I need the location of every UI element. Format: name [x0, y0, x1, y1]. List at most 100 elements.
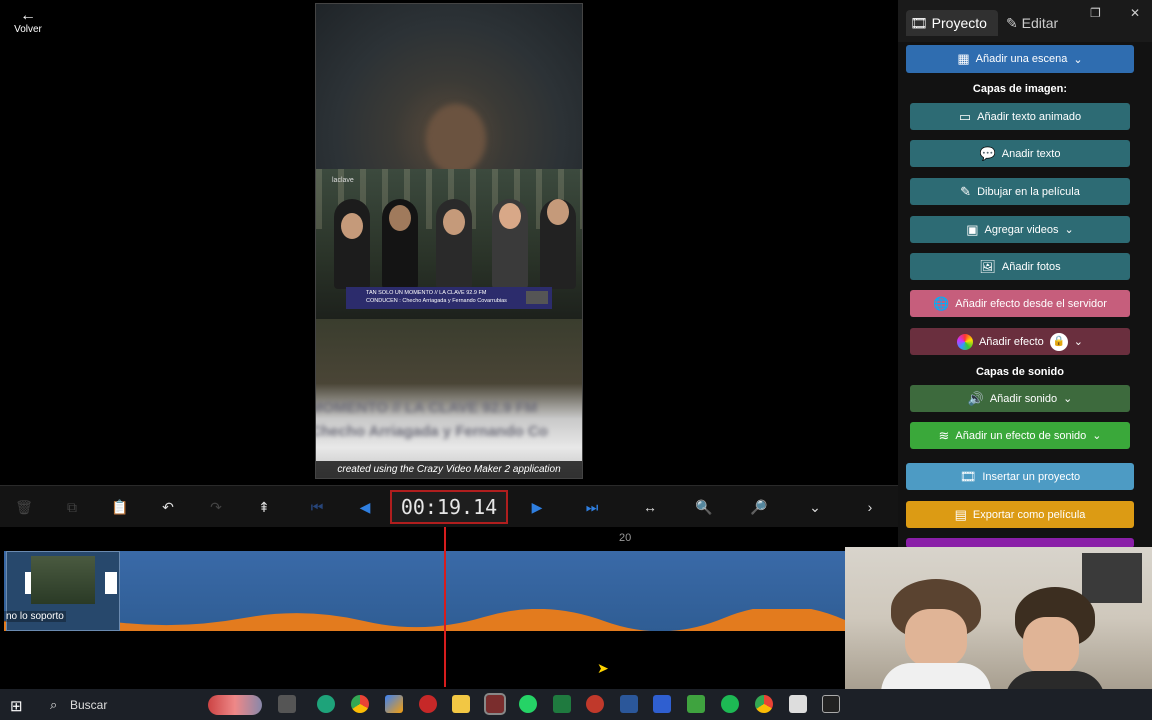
chevron-down-icon: ⌄ [1064, 224, 1074, 236]
fit-width-icon[interactable]: ↔ [640, 497, 660, 517]
preview-main-frame: laclave TAN SOLO UN MOMENTO // LA CLAVE … [316, 169, 582, 319]
undo-icon[interactable]: ↶ [158, 497, 178, 517]
lock-icon: 🔒 [1049, 332, 1068, 351]
zoom-in-icon[interactable]: 🔎 [749, 497, 769, 517]
add-text-button[interactable]: 💬 Anadir texto [910, 140, 1130, 167]
skip-forward-icon[interactable]: ⏭ [582, 497, 602, 517]
whatsapp-icon[interactable] [519, 695, 537, 713]
waveform-icon: ≋ [938, 427, 950, 443]
chrome-icon[interactable] [351, 695, 369, 713]
chevron-down-icon: ⌄ [1092, 430, 1102, 442]
add-sound-button[interactable]: 🔊 Añadir sonido ⌄ [910, 385, 1130, 412]
chevron-down-icon: ⌄ [1073, 53, 1083, 66]
add-animated-text-button[interactable]: ▭ Añadir texto animado [910, 103, 1130, 130]
playhead[interactable] [444, 527, 446, 687]
back-label: Volver [14, 24, 42, 35]
windows-start-icon[interactable]: ⊞ [10, 697, 23, 715]
add-scene-button[interactable]: ▦ Añadir una escena ⌄ [906, 45, 1134, 73]
clip-thumbnail [31, 556, 95, 604]
capcut-icon[interactable] [822, 695, 840, 713]
chevron-down-icon[interactable]: ⌄ [805, 497, 825, 517]
app-icon-red[interactable] [586, 695, 604, 713]
redo-icon[interactable]: ↷ [206, 497, 226, 517]
copilot-icon[interactable] [385, 695, 403, 713]
taskbar-search[interactable]: ⌕ Buscar [40, 693, 266, 717]
speaker-icon: 🔊 [967, 390, 984, 406]
add-server-effect-button[interactable]: 🌐 Añadir efecto desde el servidor [910, 290, 1130, 317]
insert-project-button[interactable]: 🎞 Insertar un proyecto [906, 463, 1134, 490]
panel-tabs: 🎞 Proyecto ✎ Editar ❐ ✕ [898, 0, 1152, 42]
word-icon[interactable] [620, 695, 638, 713]
chrome-profile-icon[interactable] [755, 695, 773, 713]
ruler-mark: 20 [619, 532, 632, 544]
skip-to-start-icon[interactable]: ⏮ [307, 497, 327, 517]
close-icon[interactable]: ✕ [1130, 6, 1140, 20]
back-arrow-icon: ← [20, 7, 36, 24]
preview-blur-bottom: MOMENTO // LA CLAVE 92.9 FM Checho Arria… [316, 319, 582, 478]
excel-icon[interactable] [553, 695, 571, 713]
chevron-down-icon: ⌄ [1073, 336, 1084, 348]
color-wheel-icon [956, 333, 973, 350]
preview-blur-top [316, 4, 582, 174]
add-photos-button[interactable]: 🖼 Añadir fotos [910, 253, 1130, 280]
clip-label: no lo soporto [4, 611, 66, 622]
lower-third-banner: TAN SOLO UN MOMENTO // LA CLAVE 92.9 FM … [346, 287, 552, 309]
delete-icon[interactable]: 🗑 [14, 497, 34, 517]
globe-icon: 🌐 [933, 295, 950, 311]
watermark-text: created using the Crazy Video Maker 2 ap… [316, 461, 582, 478]
tab-editar[interactable]: ✎ Editar [1002, 10, 1082, 36]
webcam-overlay [845, 547, 1152, 689]
audio-waveform [4, 609, 845, 631]
scene-icon: ▦ [957, 51, 970, 66]
person-left [881, 579, 991, 689]
pen-icon: ✎ [960, 183, 972, 199]
restore-icon[interactable]: ❐ [1090, 6, 1101, 20]
folder-icon[interactable] [452, 695, 470, 713]
timeline-empty-area[interactable] [0, 631, 845, 687]
speech-bubble-icon: 💬 [979, 145, 996, 161]
task-view-icon[interactable] [278, 695, 296, 713]
tab-proyecto[interactable]: 🎞 Proyecto [906, 10, 998, 36]
add-videos-button[interactable]: ▣ Agregar videos ⌄ [910, 216, 1130, 243]
draw-button[interactable]: ✎ Dibujar en la película [910, 178, 1130, 205]
animated-text-icon: ▭ [958, 108, 972, 124]
image-icon: 🖼 [979, 258, 996, 274]
image-layers-title: Capas de imagen: [972, 83, 1068, 95]
taskbar: ⊞ ⌕ Buscar [0, 689, 1152, 720]
video-preview[interactable]: laclave TAN SOLO UN MOMENTO // LA CLAVE … [315, 3, 583, 479]
paste-icon[interactable]: 📋 [110, 497, 130, 517]
timeline-ruler[interactable]: 20 [0, 527, 845, 551]
play-icon[interactable]: ▶ [527, 497, 547, 517]
chevron-down-icon: ⌄ [1063, 393, 1073, 405]
back-button[interactable]: ← Volver [8, 7, 48, 36]
edge-icon[interactable] [317, 695, 335, 713]
add-sound-effect-button[interactable]: ≋ Añadir un efecto de sonido ⌄ [910, 422, 1130, 449]
spotify-icon[interactable] [721, 695, 739, 713]
zoom-out-icon[interactable]: 🔍 [694, 497, 714, 517]
split-icon[interactable]: ⇞ [254, 497, 274, 517]
minecraft-icon[interactable] [687, 695, 705, 713]
export-movie-button[interactable]: ▤ Exportar como película [906, 501, 1134, 528]
edit-icon: ✎ [1006, 15, 1018, 31]
search-highlight-image [208, 695, 262, 715]
video-track[interactable] [4, 551, 845, 631]
film-strip-icon: ▤ [954, 506, 967, 522]
app-icon-blue[interactable] [653, 695, 671, 713]
copy-icon[interactable]: ⧉ [62, 497, 82, 517]
video-icon: ▣ [966, 221, 979, 237]
timeline-toolbar: 🗑 ⧉ 📋 ↶ ↷ ⇞ ⏮ ◀ 00:19.14 ▶ ⏭ ↔ 🔍 🔎 ⌄ › [0, 485, 898, 527]
chevron-right-icon[interactable]: › [860, 497, 880, 517]
film-icon: 🎞 [910, 15, 928, 31]
channel-logo: laclave [332, 177, 354, 184]
app-window: ← Volver laclave TAN SOLO UN MOMENTO // … [0, 0, 1152, 720]
step-back-icon[interactable]: ◀ [355, 497, 375, 517]
add-effect-button[interactable]: Añadir efecto 🔒 ⌄ [910, 328, 1130, 355]
store-icon[interactable] [789, 695, 807, 713]
video-maker-icon[interactable] [484, 693, 506, 715]
side-panel: 🎞 Proyecto ✎ Editar ❐ ✕ ▦ Añadir una esc… [898, 0, 1152, 548]
sound-layers-title: Capas de sonido [975, 366, 1065, 378]
timecode-display: 00:19.14 [390, 490, 508, 524]
app-icon[interactable] [419, 695, 437, 713]
person-right [1005, 587, 1105, 689]
search-icon: ⌕ [50, 697, 58, 712]
